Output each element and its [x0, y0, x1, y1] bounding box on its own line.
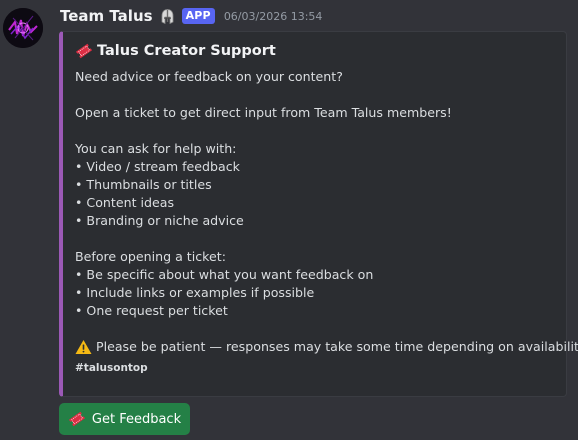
timestamp[interactable]: 06/03/2026 13:54 [224, 10, 323, 23]
before-header: Before opening a ticket: [75, 249, 226, 264]
embed-card: Talus Creator Support Need advice or fee… [59, 31, 578, 397]
avatar[interactable] [3, 8, 43, 48]
embed-footer: #talusontop [75, 362, 148, 374]
embed-title: Talus Creator Support [75, 40, 556, 62]
list-item: • One request per ticket [75, 303, 228, 318]
ticket-icon [68, 410, 86, 428]
bot-message: Team Talus APP 06/03/2026 13:54 Talus Cr… [0, 0, 578, 440]
ticket-icon [75, 42, 93, 60]
warning-icon [75, 339, 92, 355]
warning-line: Please be patient — responses may take s… [75, 338, 578, 356]
list-item: • Be specific about what you want feedba… [75, 267, 374, 282]
warning-text: Please be patient — responses may take s… [96, 339, 578, 354]
embed-title-text: Talus Creator Support [97, 43, 276, 59]
list-item: • Branding or niche advice [75, 213, 244, 228]
get-feedback-label: Get Feedback [91, 411, 182, 427]
list-item: • Video / stream feedback [75, 159, 240, 174]
list-item: • Content ideas [75, 195, 175, 210]
message-header: Team Talus APP 06/03/2026 13:54 [60, 5, 322, 27]
open-ticket-text: Open a ticket to get direct input from T… [75, 105, 452, 120]
helmet-icon[interactable] [159, 8, 176, 25]
app-badge: APP [181, 8, 215, 24]
get-feedback-button[interactable]: Get Feedback [59, 403, 190, 435]
list-item: • Include links or examples if possible [75, 285, 315, 300]
embed-description: Need advice or feedback on your content?… [75, 68, 578, 356]
help-header: You can ask for help with: [75, 141, 237, 156]
intro-text: Need advice or feedback on your content? [75, 69, 343, 84]
username[interactable]: Team Talus [60, 7, 153, 25]
list-item: • Thumbnails or titles [75, 177, 212, 192]
